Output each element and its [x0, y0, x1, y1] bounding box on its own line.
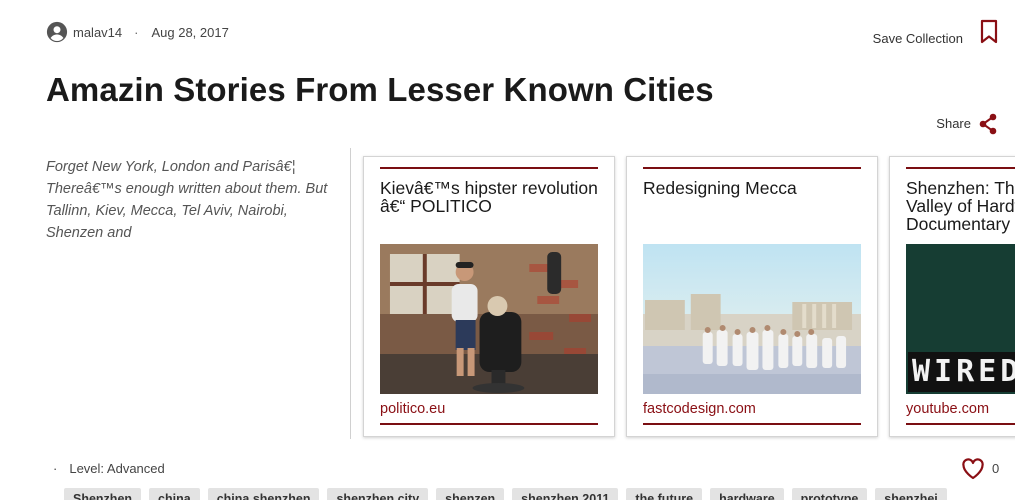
author-meta: malav14 · Aug 28, 2017	[46, 21, 229, 43]
collection-description: Forget New York, London and Parisâ€¦ The…	[46, 159, 328, 241]
card-source-link[interactable]: fastcodesign.com	[643, 401, 756, 417]
card-title[interactable]: Kievâ€™s hipster revolution â€“ POLITICO	[380, 179, 602, 215]
separator-dot: ·	[134, 24, 139, 40]
story-card[interactable]: Shenzhen: The Silicon Valley of Hardware…	[889, 156, 1015, 437]
wired-logo-thumbnail[interactable]: WIRED	[906, 244, 1015, 394]
card-source-link[interactable]: politico.eu	[380, 401, 445, 417]
heart-icon[interactable]	[961, 458, 985, 480]
separator-dot: ·	[53, 461, 58, 476]
wired-logo-text: WIRED	[908, 352, 1015, 392]
barber-shop-photo[interactable]	[380, 244, 598, 394]
story-card[interactable]: Kievâ€™s hipster revolution â€“ POLITICO…	[363, 156, 615, 437]
author-name[interactable]: malav14	[73, 25, 122, 40]
share-label[interactable]: Share	[936, 116, 971, 131]
card-top-rule	[906, 167, 1015, 169]
tag[interactable]: Shenzhen	[64, 488, 142, 500]
save-collection-label[interactable]: Save Collection	[873, 31, 963, 46]
page-title: Amazin Stories From Lesser Known Cities	[46, 71, 714, 108]
tag[interactable]: china	[149, 488, 200, 500]
post-date: Aug 28, 2017	[151, 24, 229, 40]
level-label: Level: Advanced	[69, 461, 165, 476]
card-source-link[interactable]: youtube.com	[906, 401, 989, 417]
like-count: 0	[992, 461, 1000, 476]
tag[interactable]: shenzhen 2011	[512, 488, 619, 500]
level-indicator: · Level: Advanced	[53, 461, 165, 476]
card-bottom-rule	[906, 423, 1015, 425]
share-icon[interactable]	[977, 112, 999, 136]
card-top-rule	[380, 167, 598, 169]
card-title[interactable]: Redesigning Mecca	[643, 179, 865, 197]
tag[interactable]: hardware	[710, 488, 784, 500]
card-top-rule	[643, 167, 861, 169]
card-title[interactable]: Shenzhen: The Silicon Valley of Hardware…	[906, 179, 1015, 233]
tag-list: Shenzhen china china shenzhen shenzhen c…	[64, 488, 947, 500]
story-card[interactable]: Redesigning Mecca fastcodesign.com	[626, 156, 878, 437]
tag[interactable]: china shenzhen	[207, 488, 320, 500]
card-bottom-rule	[380, 423, 598, 425]
tag[interactable]: the future	[626, 488, 703, 500]
tag[interactable]: prototype	[791, 488, 868, 500]
bookmark-icon[interactable]	[978, 19, 1000, 45]
card-bottom-rule	[643, 423, 861, 425]
avatar-icon[interactable]	[46, 21, 68, 43]
vertical-divider	[350, 148, 351, 439]
tag[interactable]: shenzhei	[875, 488, 947, 500]
mecca-pilgrims-photo[interactable]	[643, 244, 861, 394]
tag[interactable]: shenzen	[436, 488, 505, 500]
tag[interactable]: shenzhen city	[327, 488, 429, 500]
